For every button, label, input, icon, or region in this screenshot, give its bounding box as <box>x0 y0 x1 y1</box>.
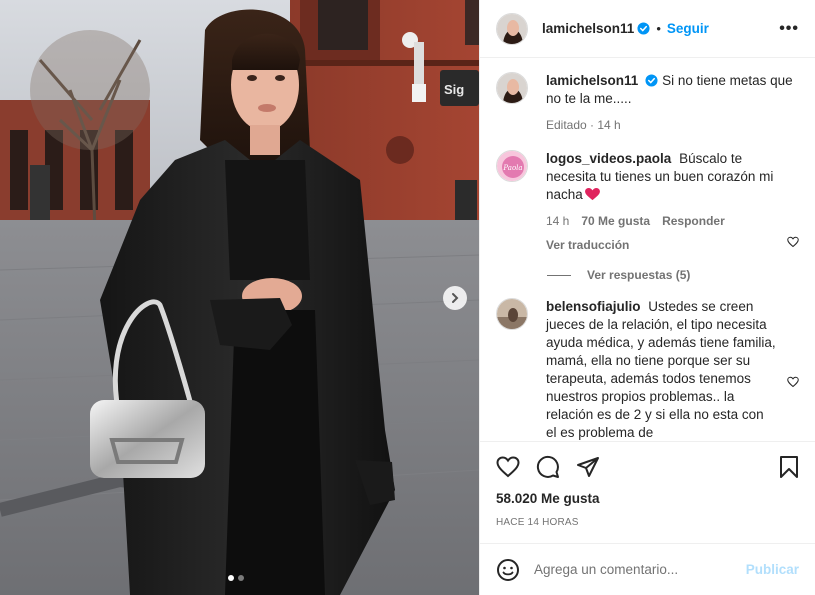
comment-meta: 14 h 70 Me gusta Responder <box>546 212 777 230</box>
follow-button[interactable]: Seguir <box>667 21 709 36</box>
verified-badge-icon <box>645 74 658 87</box>
commenter-avatar[interactable] <box>496 298 528 330</box>
comment-text: Ustedes se creen jueces de la relación, … <box>546 299 776 440</box>
comment-bubble-icon <box>536 455 559 478</box>
emoji-smiley-icon <box>497 558 519 581</box>
chevron-right-icon <box>452 293 459 303</box>
like-comment-heart-icon[interactable] <box>787 376 799 388</box>
comment-likes[interactable]: 70 Me gusta <box>581 212 650 230</box>
replies-line <box>547 274 571 276</box>
post-photo[interactable]: Sig <box>0 0 479 595</box>
post-timestamp: HACE 14 HORAS <box>496 517 579 528</box>
caption-username[interactable]: lamichelson11 <box>546 73 638 88</box>
next-photo-button[interactable] <box>443 286 467 310</box>
carousel-dot <box>238 575 244 581</box>
like-comment-heart-icon[interactable] <box>787 236 799 248</box>
commenter-username[interactable]: belensofiajulio <box>546 299 641 314</box>
bookmark-icon <box>780 455 798 478</box>
comment-time: 14 h <box>546 214 570 228</box>
comment-item: Paola logos_videos.paola Búscalo te nece… <box>496 150 799 254</box>
carousel-dot-active <box>228 575 234 581</box>
post-actions-bar <box>480 441 815 491</box>
more-options-button[interactable]: ••• <box>779 20 799 38</box>
author-avatar[interactable] <box>496 12 528 45</box>
commenter-avatar-text: Paola <box>502 164 522 172</box>
comment-button[interactable] <box>536 455 560 479</box>
author-avatar[interactable] <box>496 72 528 104</box>
author-username[interactable]: lamichelson11 <box>542 21 634 36</box>
header-separator: • <box>656 21 661 36</box>
comment-input[interactable] <box>534 562 746 577</box>
emoji-button[interactable] <box>496 558 520 582</box>
publish-button[interactable]: Publicar <box>746 562 799 577</box>
save-button[interactable] <box>779 455 799 479</box>
heart-icon <box>496 455 520 477</box>
caption-edited-time: Editado · 14 h <box>546 118 621 132</box>
caption-meta: Editado · 14 h <box>546 116 799 134</box>
comment-item: belensofiajulio Ustedes se creen jueces … <box>496 298 799 441</box>
view-replies-button[interactable]: Ver respuestas (5) <box>547 268 799 282</box>
share-button[interactable] <box>576 455 600 479</box>
reply-button[interactable]: Responder <box>662 212 725 230</box>
red-heart-emoji-icon <box>584 188 600 201</box>
likes-count[interactable]: 58.020 Me gusta <box>480 491 815 511</box>
carousel-dots <box>228 575 244 581</box>
post-header: lamichelson11 • Seguir ••• <box>480 0 815 58</box>
verified-badge-icon <box>637 22 650 35</box>
add-comment-bar: Publicar <box>480 543 815 595</box>
instagram-post-view: Sig lamichelson11 • Seguir ••• lamichels… <box>0 0 815 595</box>
view-replies-label: Ver respuestas (5) <box>587 268 691 282</box>
post-caption: lamichelson11 Si no tiene metas que no t… <box>496 72 799 134</box>
comments-list[interactable]: lamichelson11 Si no tiene metas que no t… <box>480 58 815 441</box>
post-side-panel: lamichelson11 • Seguir ••• lamichelson11… <box>479 0 815 595</box>
commenter-username[interactable]: logos_videos.paola <box>546 151 671 166</box>
like-button[interactable] <box>496 455 520 478</box>
storefront-sign: Sig <box>444 82 464 97</box>
commenter-avatar[interactable]: Paola <box>496 150 528 182</box>
paper-plane-icon <box>577 456 599 477</box>
post-photo-image: Sig <box>0 0 479 595</box>
see-translation-button[interactable]: Ver traducción <box>546 236 777 254</box>
